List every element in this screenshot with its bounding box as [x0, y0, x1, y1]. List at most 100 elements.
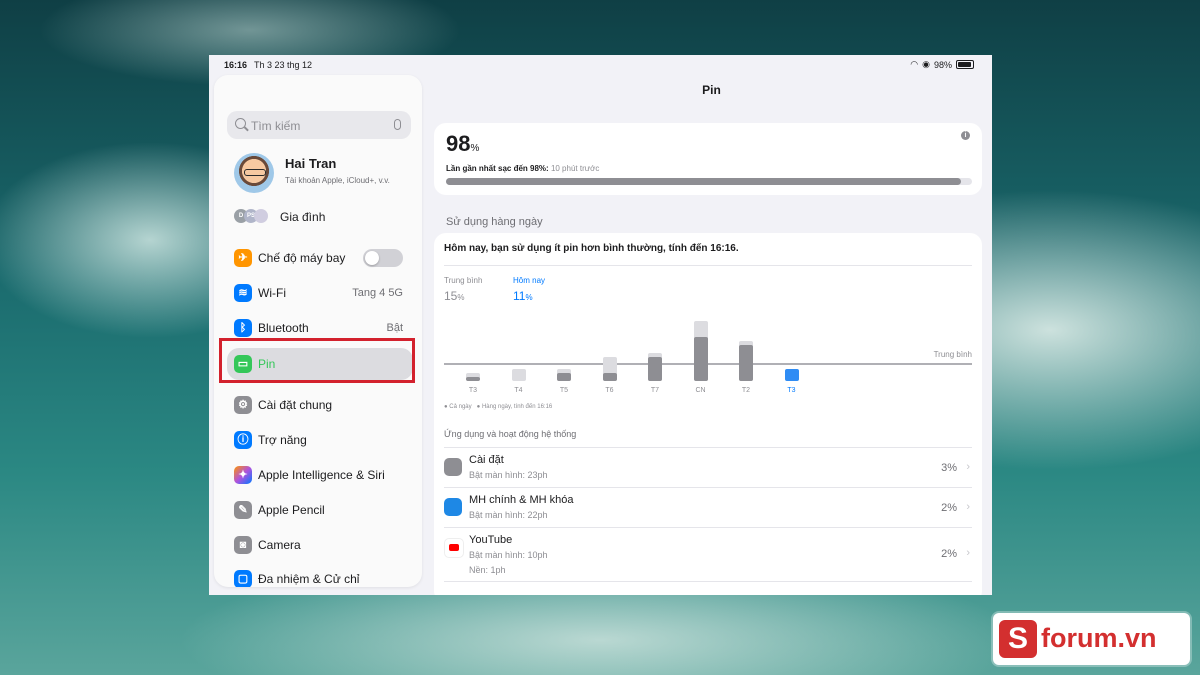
search-icon	[235, 118, 246, 129]
sidebar-item-label: Trợ năng	[258, 433, 307, 447]
airplane-mode-toggle[interactable]	[363, 249, 403, 267]
daily-usage-card: Hôm nay, bạn sử dụng ít pin hơn bình thư…	[434, 233, 982, 595]
app-name: MH chính & MH khóa	[469, 494, 574, 506]
chevron-right-icon: ›	[966, 547, 970, 559]
chart-bar-hourly	[466, 377, 480, 381]
status-date: Th 3 23 thg 12	[254, 60, 313, 70]
legend-all-day-dot: ●	[444, 404, 448, 410]
app-detail: Bật màn hình: 22ph	[469, 510, 548, 520]
orientation-lock-icon: ◉	[922, 59, 930, 69]
family-label: Gia đình	[280, 210, 326, 224]
bluetooth-icon: ᛒ	[234, 319, 252, 337]
apps-header: Ứng dụng và hoạt động hệ thống	[444, 429, 577, 439]
divider	[444, 265, 972, 266]
app-row[interactable]: YouTube Bật màn hình: 10ph Nền: 1ph 2% ›	[444, 527, 972, 582]
app-name: Cài đặt	[469, 454, 504, 466]
app-row[interactable]: Cài đặt Bật màn hình: 23ph 3% ›	[444, 447, 972, 488]
sidebar-item-label: Apple Intelligence & Siri	[258, 468, 385, 482]
sidebar-item-accessibility[interactable]: ⓘ Trợ năng	[227, 426, 413, 454]
sforum-logo-mark: S	[999, 620, 1037, 658]
battery-detail-pane: Pin 98% i Lần gần nhất sạc đến 98%: 10 p…	[431, 75, 992, 595]
sidebar-item-label: Cài đặt chung	[258, 398, 333, 412]
sidebar-item-siri[interactable]: ✦ Apple Intelligence & Siri	[227, 461, 413, 489]
account-subtitle: Tài khoản Apple, iCloud+, v.v.	[285, 176, 390, 185]
legend-hourly: Hàng ngày, tính đến 16:16	[481, 404, 553, 410]
pencil-icon: ✎	[234, 501, 252, 519]
chart-legend: ● Cả ngày ● Hàng ngày, tính đến 16:16	[444, 404, 552, 410]
average-line-label: Trung bình	[933, 350, 972, 359]
wifi-icon: ≋	[234, 284, 252, 302]
app-percent: 3%	[941, 462, 957, 474]
chevron-right-icon: ›	[966, 461, 970, 473]
sidebar-item-multitasking[interactable]: ▢ Đa nhiệm & Cử chỉ	[227, 565, 413, 587]
app-name: YouTube	[469, 534, 513, 546]
search-placeholder: Tìm kiếm	[251, 119, 301, 133]
sidebar-item-label: Camera	[258, 538, 301, 552]
chart-x-label: T2	[741, 387, 751, 394]
app-detail: Bật màn hình: 10ph	[469, 550, 548, 560]
today-stat[interactable]: Hôm nay 11%	[513, 276, 545, 303]
siri-icon: ✦	[234, 466, 252, 484]
camera-icon: ◙	[234, 536, 252, 554]
daily-usage-header: Sử dụng hàng ngày	[446, 216, 543, 228]
battery-level: 98%	[446, 131, 480, 156]
chart-x-label: T5	[559, 387, 569, 394]
account-name: Hai Tran	[285, 156, 337, 171]
bluetooth-status-value: Bật	[386, 322, 403, 334]
status-indicators: ◠ ◉ 98%	[910, 59, 974, 70]
legend-hourly-dot: ●	[476, 404, 481, 410]
chart-x-label: T3	[787, 387, 796, 394]
apple-account-row[interactable]: Hai Tran Tài khoản Apple, iCloud+, v.v.	[234, 153, 414, 193]
app-row[interactable]: MH chính & MH khóa Bật màn hình: 22ph 2%…	[444, 487, 972, 528]
legend-all-day: Cả ngày	[449, 404, 472, 410]
chart-x-label: T6	[605, 387, 614, 394]
sidebar-item-camera[interactable]: ◙ Camera	[227, 531, 413, 559]
youtube-icon	[444, 538, 464, 558]
battery-level-fill	[446, 178, 962, 185]
sidebar-item-label: Bluetooth	[258, 321, 309, 335]
sidebar-item-label: Chế độ máy bay	[258, 251, 346, 265]
battery-level-card: 98% i Lần gần nhất sạc đến 98%: 10 phút …	[434, 123, 982, 195]
status-time: 16:16	[224, 60, 248, 70]
chart-bar-all-day[interactable]	[511, 369, 526, 381]
chart-bar-all-day[interactable]	[784, 369, 799, 381]
sidebar-item-general[interactable]: ⚙ Cài đặt chung	[227, 391, 413, 419]
chart-bar-hourly	[648, 357, 662, 381]
last-charged: Lần gần nhất sạc đến 98%: 10 phút trước	[446, 164, 600, 173]
battery-percent: 98%	[933, 59, 952, 70]
page-title: Pin	[702, 83, 721, 97]
family-avatar	[254, 209, 268, 223]
chart-x-label: T7	[650, 387, 660, 394]
chart-bar-hourly	[557, 373, 571, 381]
chevron-right-icon: ›	[966, 501, 970, 513]
settings-app-icon	[444, 458, 462, 476]
search-input[interactable]: Tìm kiếm	[227, 111, 411, 139]
sidebar-item-airplane-mode[interactable]: ✈ Chế độ máy bay	[227, 244, 413, 272]
ipad-screen: 16:16 Th 3 23 thg 12 ◠ ◉ 98% Tìm kiếm Ha…	[209, 55, 992, 595]
wifi-network-value: Tang 4 5G	[352, 287, 403, 299]
chart-bar-hourly	[693, 337, 708, 381]
divider	[444, 581, 972, 595]
microphone-icon[interactable]	[394, 119, 401, 130]
settings-sidebar: Tìm kiếm Hai Tran Tài khoản Apple, iClou…	[214, 75, 422, 587]
app-percent: 2%	[941, 502, 957, 514]
multitasking-icon: ▢	[234, 570, 252, 587]
info-icon[interactable]: i	[961, 131, 970, 140]
sidebar-item-wifi[interactable]: ≋ Wi-Fi Tang 4 5G	[227, 279, 413, 307]
chart-x-label: CN	[695, 387, 706, 394]
battery-level-bar	[446, 178, 972, 185]
sidebar-item-apple-pencil[interactable]: ✎ Apple Pencil	[227, 496, 413, 524]
chart-x-label: T4	[514, 387, 523, 394]
sidebar-item-label: Apple Pencil	[258, 503, 325, 517]
wifi-status-icon: ◠	[910, 59, 919, 69]
chart-bar-hourly	[739, 345, 753, 381]
highlight-box	[219, 338, 415, 383]
average-line	[444, 363, 972, 365]
usage-summary: Hôm nay, bạn sử dụng ít pin hơn bình thư…	[444, 243, 739, 254]
airplane-icon: ✈	[234, 249, 252, 267]
average-stat[interactable]: Trung bình 15%	[444, 276, 482, 303]
status-bar: 16:16 Th 3 23 thg 12 ◠ ◉ 98%	[209, 55, 992, 75]
family-row[interactable]: D PS Gia đình	[234, 206, 414, 226]
gear-icon: ⚙	[234, 396, 252, 414]
home-lock-screen-icon	[444, 498, 462, 516]
